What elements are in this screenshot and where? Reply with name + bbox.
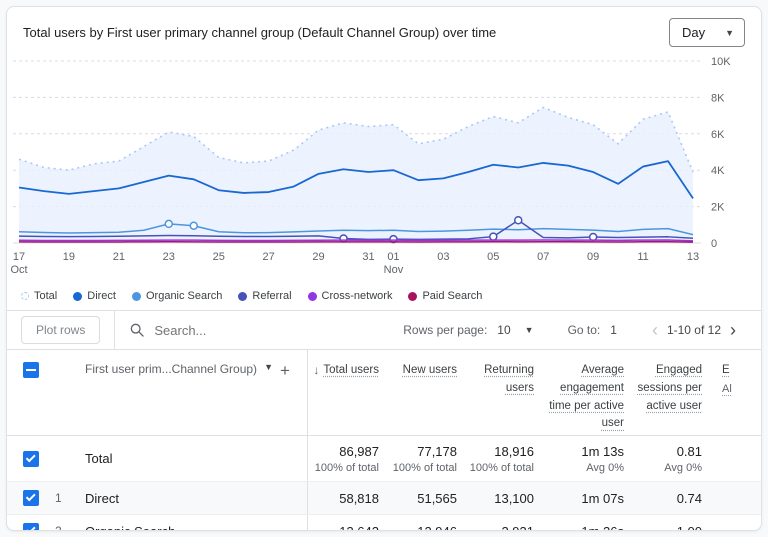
legend-item-referral: Referral: [238, 290, 291, 302]
add-dimension-button[interactable]: +: [280, 362, 290, 379]
report-card: Total users by First user primary channe…: [6, 6, 762, 531]
returning-users-total: 18,916: [494, 444, 534, 459]
sort-descending-icon: ↓: [313, 362, 319, 379]
x-axis-month-label: Oct: [10, 264, 27, 276]
x-axis-tick-label: 07: [537, 251, 549, 263]
organic-search-series-icon: [132, 292, 141, 301]
row-checkbox-1[interactable]: [23, 490, 39, 506]
go-to-input[interactable]: 1: [610, 323, 617, 337]
legend-item-total: Total: [21, 290, 57, 302]
search-icon: [129, 322, 145, 338]
legend-item-direct: Direct: [73, 290, 116, 302]
chart-legend: Total Direct Organic Search Referral Cro…: [7, 284, 761, 310]
x-axis-tick-label: 01: [387, 251, 399, 263]
plot-rows-button[interactable]: Plot rows: [21, 316, 100, 344]
row-checkbox-total[interactable]: [23, 451, 39, 467]
y-axis-tick-label: 8K: [711, 92, 725, 104]
series-referral-marker: [515, 217, 522, 224]
row-index: 1: [55, 482, 85, 514]
channel-name: Direct: [85, 491, 119, 506]
x-axis-tick-label: 29: [312, 251, 324, 263]
x-axis-month-label: Nov: [384, 264, 404, 276]
series-total-area: [19, 107, 693, 243]
dimension-column-header[interactable]: First user prim...Channel Group) ▼ +: [85, 350, 307, 435]
column-header-avg-engagement-time[interactable]: Average engagement time per active user: [544, 350, 634, 435]
referral-series-icon: [238, 292, 247, 301]
x-axis-tick-label: 31: [362, 251, 374, 263]
series-organic-search-marker: [190, 222, 197, 229]
x-axis-tick-label: 25: [213, 251, 225, 263]
pagination-controls: Rows per page: 10 ▼ Go to: 1 ‹ 1-10 of 1…: [403, 321, 761, 339]
rows-per-page-label: Rows per page:: [403, 323, 487, 337]
table-row-2: 2 Organic Search 13,642 12,946 2,931 1m …: [7, 515, 761, 531]
table-row-totals: Total 86,987 100% of total 77,178 100% o…: [7, 436, 761, 482]
new-users-total: 77,178: [417, 444, 457, 459]
column-header-new-users[interactable]: New users: [389, 350, 467, 435]
direct-series-icon: [73, 292, 82, 301]
card-header: Total users by First user primary channe…: [7, 7, 761, 53]
chart-title: Total users by First user primary channe…: [23, 25, 496, 40]
chevron-down-icon[interactable]: ▼: [264, 362, 273, 372]
row-checkbox-2[interactable]: [23, 523, 39, 531]
go-to-label: Go to:: [568, 323, 601, 337]
x-axis-tick-label: 13: [687, 251, 699, 263]
row-index: 2: [55, 515, 85, 531]
paid-search-series-icon: [408, 292, 417, 301]
y-axis-tick-label: 0: [711, 238, 717, 250]
x-axis-tick-label: 21: [113, 251, 125, 263]
granularity-dropdown[interactable]: Day ▼: [669, 18, 745, 47]
y-axis-tick-label: 2K: [711, 202, 725, 214]
previous-page-button[interactable]: ‹: [643, 321, 667, 339]
x-axis-tick-label: 17: [13, 251, 25, 263]
search-input[interactable]: [154, 323, 324, 338]
x-axis-tick-label: 09: [587, 251, 599, 263]
y-axis-tick-label: 10K: [711, 56, 731, 68]
column-header-total-users[interactable]: ↓ Total users: [307, 350, 389, 435]
table-row-1: 1 Direct 58,818 51,565 13,100 1m 07s 0.7…: [7, 482, 761, 515]
y-axis-tick-label: 4K: [711, 165, 725, 177]
series-organic-search-marker: [165, 220, 172, 227]
table-header-row: First user prim...Channel Group) ▼ + ↓ T…: [7, 350, 761, 436]
totals-label: Total: [85, 451, 112, 466]
cross-network-series-icon: [308, 292, 317, 301]
total-series-icon: [21, 292, 29, 300]
series-cross-network-line: [19, 240, 693, 241]
y-axis-tick-label: 6K: [711, 129, 725, 141]
legend-item-cross-network: Cross-network: [308, 290, 393, 302]
column-header-returning-users[interactable]: Returning users: [467, 350, 544, 435]
x-axis-tick-label: 03: [437, 251, 449, 263]
x-axis-tick-label: 11: [637, 251, 648, 263]
table-search: [115, 322, 403, 338]
legend-item-organic-search: Organic Search: [132, 290, 222, 302]
total-users-total: 86,987: [339, 444, 379, 459]
legend-item-paid-search: Paid Search: [408, 290, 482, 302]
avg-engagement-total: 1m 13s: [581, 444, 624, 459]
pagination-range: 1-10 of 12: [667, 323, 721, 337]
column-header-engaged-sessions[interactable]: Engaged sessions per active user: [634, 350, 712, 435]
granularity-value: Day: [682, 25, 705, 40]
x-axis-tick-label: 19: [63, 251, 75, 263]
rows-per-page-select[interactable]: 10 ▼: [497, 323, 533, 337]
chevron-down-icon: ▼: [725, 28, 734, 38]
x-axis-tick-label: 23: [163, 251, 175, 263]
column-header-event-count-clipped[interactable]: E Al: [712, 350, 761, 435]
timeseries-chart: 0 2K 4K 6K 8K 10K 17Oct 19 21 23 25 27 29 31 01Nov 03 05…: [7, 53, 761, 279]
select-all-checkbox[interactable]: [23, 362, 39, 378]
series-referral-marker: [490, 233, 497, 240]
data-table: First user prim...Channel Group) ▼ + ↓ T…: [7, 350, 761, 531]
channel-name: Organic Search: [85, 524, 175, 532]
next-page-button[interactable]: ›: [721, 321, 745, 339]
table-toolbar: Plot rows Rows per page: 10 ▼ Go to: 1 ‹…: [7, 310, 761, 350]
x-axis-tick-label: 27: [263, 251, 275, 263]
chevron-down-icon: ▼: [525, 325, 534, 335]
engaged-sessions-total: 0.81: [677, 444, 702, 459]
x-axis-tick-label: 05: [487, 251, 499, 263]
